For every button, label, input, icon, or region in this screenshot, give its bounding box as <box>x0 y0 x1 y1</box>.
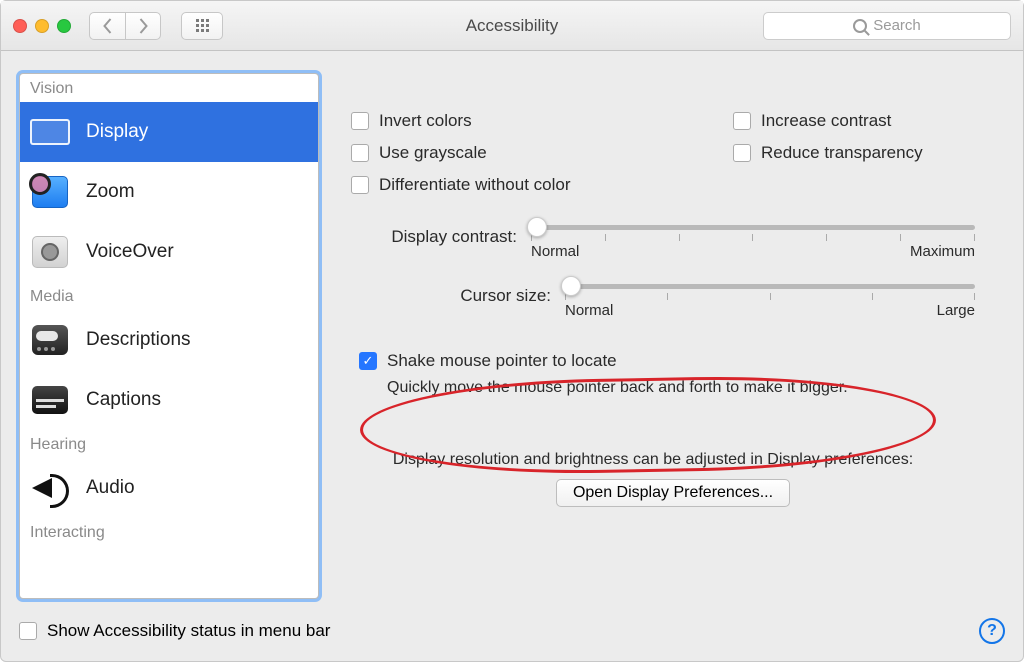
checkbox-label: Show Accessibility status in menu bar <box>47 621 330 641</box>
nav-buttons <box>89 12 161 40</box>
category-hearing: Hearing <box>20 430 318 458</box>
sidebar-item-display[interactable]: Display <box>20 102 318 162</box>
forward-button[interactable] <box>125 12 161 40</box>
captions-icon <box>28 380 72 420</box>
shake-description: Quickly move the mouse pointer back and … <box>387 379 995 397</box>
checkbox-differentiate[interactable]: Differentiate without color <box>351 169 721 201</box>
category-vision: Vision <box>20 74 318 102</box>
checkbox-shake-mouse[interactable]: ✓ Shake mouse pointer to locate <box>359 345 995 377</box>
checkbox-reduce-transparency[interactable]: Reduce transparency <box>733 137 995 169</box>
search-icon <box>853 19 867 33</box>
show-all-button[interactable] <box>181 12 223 40</box>
accessibility-window: Accessibility Search Vision Display Zoom… <box>0 0 1024 662</box>
checkbox-label: Reduce transparency <box>761 143 923 163</box>
sidebar-item-label: Zoom <box>86 181 135 203</box>
slider-max: Maximum <box>910 243 975 260</box>
slider-label: Cursor size: <box>351 284 551 306</box>
cursor-size-slider[interactable]: Normal Large <box>565 284 975 319</box>
sidebar-item-zoom[interactable]: Zoom <box>20 162 318 222</box>
checkbox-icon <box>351 144 369 162</box>
checkbox-icon <box>733 112 751 130</box>
titlebar: Accessibility Search <box>1 1 1023 51</box>
sidebar-item-descriptions[interactable]: Descriptions <box>20 310 318 370</box>
sidebar-item-label: Audio <box>86 477 135 499</box>
slider-min: Normal <box>531 243 579 260</box>
descriptions-icon <box>28 320 72 360</box>
category-media: Media <box>20 282 318 310</box>
fullscreen-icon[interactable] <box>57 19 71 33</box>
checkbox-use-grayscale[interactable]: Use grayscale <box>351 137 721 169</box>
checkbox-icon <box>733 144 751 162</box>
close-icon[interactable] <box>13 19 27 33</box>
chevron-left-icon <box>102 18 113 34</box>
shake-mouse-section: ✓ Shake mouse pointer to locate Quickly … <box>359 345 995 397</box>
main-panel: Invert colors Increase contrast Use gray… <box>331 73 1005 599</box>
open-display-preferences-button[interactable]: Open Display Preferences... <box>556 479 790 507</box>
sidebar-item-voiceover[interactable]: VoiceOver <box>20 222 318 282</box>
audio-icon <box>28 468 72 508</box>
slider-label: Display contrast: <box>351 225 517 247</box>
search-input[interactable]: Search <box>763 12 1011 40</box>
apps-grid-icon <box>196 19 209 32</box>
cursor-size-row: Cursor size: Normal Large <box>351 284 995 319</box>
sidebar[interactable]: Vision Display Zoom VoiceOver Media Desc… <box>19 73 319 599</box>
back-button[interactable] <box>89 12 125 40</box>
checkbox-icon <box>351 112 369 130</box>
sidebar-item-captions[interactable]: Captions <box>20 370 318 430</box>
checkbox-show-status[interactable]: Show Accessibility status in menu bar <box>19 615 330 647</box>
help-icon: ? <box>987 622 997 640</box>
checkbox-icon <box>351 176 369 194</box>
content-area: Vision Display Zoom VoiceOver Media Desc… <box>1 51 1023 607</box>
checkbox-label: Use grayscale <box>379 143 487 163</box>
sidebar-item-audio[interactable]: Audio <box>20 458 318 518</box>
footer: Show Accessibility status in menu bar ? <box>1 607 1023 661</box>
help-button[interactable]: ? <box>979 618 1005 644</box>
voiceover-icon <box>28 232 72 272</box>
checkbox-label: Invert colors <box>379 111 472 131</box>
window-controls <box>13 19 71 33</box>
minimize-icon[interactable] <box>35 19 49 33</box>
checkbox-icon <box>19 622 37 640</box>
monitor-icon <box>28 112 72 152</box>
checkbox-increase-contrast[interactable]: Increase contrast <box>733 105 995 137</box>
checkbox-invert-colors[interactable]: Invert colors <box>351 105 721 137</box>
category-interacting: Interacting <box>20 518 318 546</box>
sidebar-item-label: Captions <box>86 389 161 411</box>
display-contrast-row: Display contrast: Normal Maximum <box>351 225 995 260</box>
checkbox-label: Increase contrast <box>761 111 891 131</box>
checkbox-label: Shake mouse pointer to locate <box>387 351 617 371</box>
sidebar-item-label: Display <box>86 121 148 143</box>
checkbox-checked-icon: ✓ <box>359 352 377 370</box>
sidebar-item-label: VoiceOver <box>86 241 174 263</box>
slider-min: Normal <box>565 302 613 319</box>
zoom-icon <box>28 172 72 212</box>
search-placeholder: Search <box>873 17 921 34</box>
chevron-right-icon <box>138 18 149 34</box>
resolution-note: Display resolution and brightness can be… <box>351 451 995 469</box>
display-contrast-slider[interactable]: Normal Maximum <box>531 225 975 260</box>
checkbox-label: Differentiate without color <box>379 175 571 195</box>
slider-max: Large <box>937 302 975 319</box>
sidebar-item-label: Descriptions <box>86 329 191 351</box>
